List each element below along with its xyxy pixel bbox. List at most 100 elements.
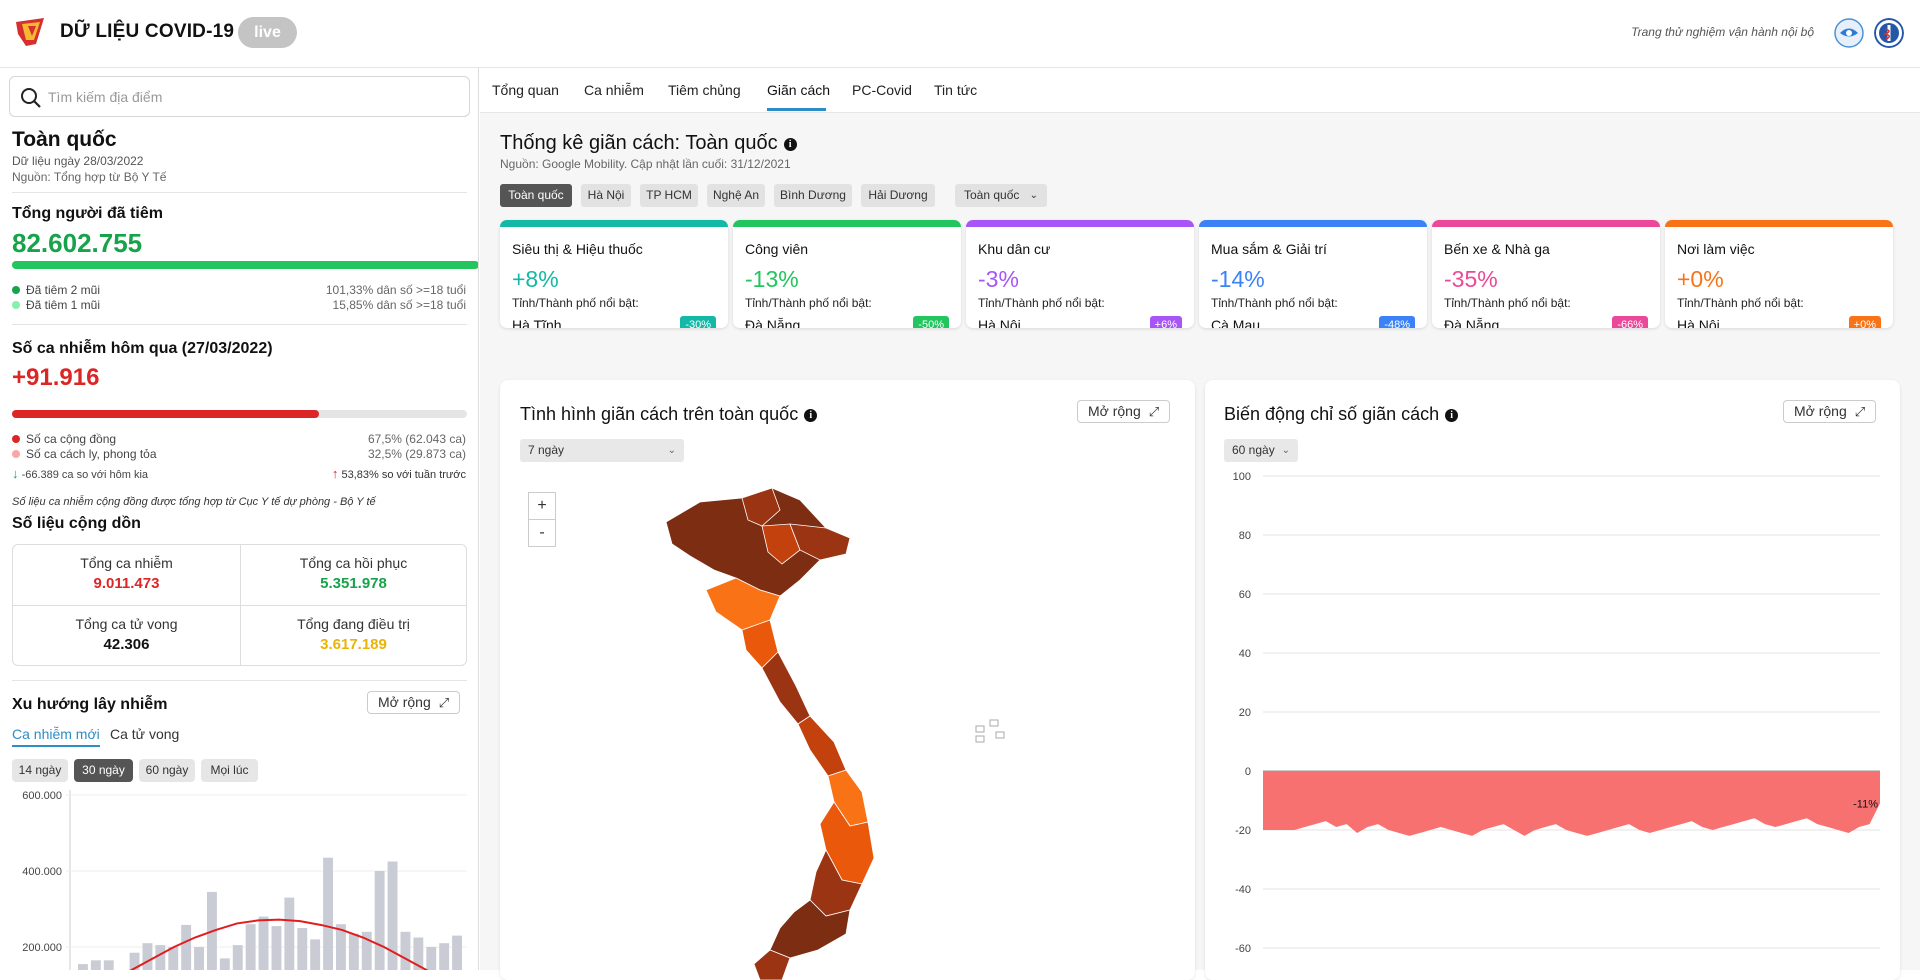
trend-bar [245, 924, 256, 970]
region-pill-hai-duong[interactable]: Hải Dương [861, 184, 935, 207]
divider [12, 680, 467, 681]
map-region-central[interactable] [797, 715, 847, 777]
index-expand-button[interactable]: Mở rộng ⤢ [1783, 400, 1877, 423]
cases-title: Số ca nhiễm hôm qua (27/03/2022) [12, 340, 273, 357]
community-label: Số ca cộng đồng [26, 432, 117, 446]
health-ministry-logo-icon[interactable] [1874, 18, 1904, 48]
zoom-out-button[interactable]: - [528, 519, 556, 547]
tab-new-cases[interactable]: Ca nhiễm mới [12, 726, 100, 747]
card-title: Mua sắm & Giải trí [1211, 241, 1327, 257]
range-30-days[interactable]: 30 ngày [74, 759, 133, 782]
region-pill-national[interactable]: Toàn quốc [500, 184, 572, 207]
card-title: Siêu thị & Hiệu thuốc [512, 241, 643, 257]
card-percent: +0% [1677, 266, 1724, 292]
vax-progress-fill [12, 261, 478, 269]
index-title-text: Biến động chỉ số giãn cách [1224, 404, 1440, 424]
index-panel-title: Biến động chỉ số giãn cách i [1224, 404, 1459, 425]
range-all-time[interactable]: Mọi lúc [201, 759, 258, 782]
y-tick-label: 0 [1245, 766, 1251, 778]
card-highlight-label: Tỉnh/Thành phố nổi bật: [1211, 296, 1338, 310]
tab-infections[interactable]: Ca nhiễm [584, 82, 644, 98]
tab-vaccination[interactable]: Tiêm chủng [668, 82, 741, 98]
region-pill-nghe-an[interactable]: Nghệ An [707, 184, 765, 207]
mobility-card[interactable]: Công viên -13% Tỉnh/Thành phố nổi bật: Đ… [733, 220, 961, 328]
expand-icon: ⤢ [438, 695, 450, 710]
region-pill-hanoi[interactable]: Hà Nội [581, 184, 631, 207]
quarantine-legend: Số ca cách ly, phong tỏa [12, 447, 157, 461]
region-dropdown[interactable]: Toàn quốc ⌄ [955, 184, 1047, 207]
tab-deaths[interactable]: Ca tử vong [110, 726, 179, 742]
trend-bar [426, 947, 437, 970]
trend-bar [297, 928, 308, 970]
card-highlight-badge: +0% [1848, 316, 1881, 328]
card-highlight-label: Tỉnh/Thành phố nổi bật: [1444, 296, 1571, 310]
region-dropdown-label: Toàn quốc [964, 188, 1020, 202]
trend-chart: 600.000 400.000 200.000 [22, 790, 467, 970]
y-tick-label: 200.000 [22, 942, 62, 954]
recovered-value: 5.351.978 [320, 575, 387, 592]
card-highlight-badge: -48% [1379, 316, 1415, 328]
source-note: Số liệu ca nhiễm cộng đồng được tổng hợp… [12, 496, 376, 508]
map-range-dropdown[interactable]: 7 ngày ⌄ [520, 439, 684, 462]
card-percent: -3% [978, 266, 1019, 292]
map-expand-button[interactable]: Mở rộng ⤢ [1077, 400, 1171, 423]
chevron-down-icon: ⌄ [1029, 190, 1038, 201]
tab-pc-covid[interactable]: PC-Covid [852, 82, 912, 98]
trend-bar [155, 945, 166, 970]
trend-bar [374, 871, 385, 970]
tab-overview[interactable]: Tổng quan [492, 82, 559, 98]
zoom-in-button[interactable]: + [528, 492, 556, 520]
index-range-dropdown[interactable]: 60 ngày ⌄ [1224, 439, 1298, 462]
card-accent [1665, 220, 1893, 227]
deaths-cell: Tổng ca tử vong 42.306 [13, 606, 240, 666]
card-percent: -35% [1444, 266, 1498, 292]
trend-bar [168, 947, 179, 970]
quarantine-value: 32,5% (29.873 ca) [367, 447, 466, 461]
info-icon[interactable]: i [1445, 409, 1459, 422]
range-60-days[interactable]: 60 ngày [139, 759, 195, 782]
card-percent: +8% [512, 266, 559, 292]
total-cases-value: 9.011.473 [93, 575, 160, 592]
mobility-card[interactable]: Mua sắm & Giải trí -14% Tỉnh/Thành phố n… [1199, 220, 1427, 328]
mobility-card[interactable]: Khu dân cư -3% Tỉnh/Thành phố nổi bật: H… [966, 220, 1194, 328]
arrow-down-icon: ↓ [12, 466, 19, 481]
y-tick-label: 80 [1239, 530, 1251, 542]
mobility-card[interactable]: Siêu thị & Hiệu thuốc +8% Tỉnh/Thành phố… [500, 220, 728, 328]
mobility-card[interactable]: Nơi làm việc +0% Tỉnh/Thành phố nổi bật:… [1665, 220, 1893, 328]
dose2-legend: Đã tiêm 2 mũi [12, 283, 100, 297]
card-accent [500, 220, 728, 227]
chevron-down-icon: ⌄ [667, 445, 676, 456]
expand-label: Mở rộng [378, 694, 431, 710]
map-title-text: Tình hình giãn cách trên toàn quốc [520, 404, 799, 424]
range-14-days[interactable]: 14 ngày [12, 759, 68, 782]
map-region-central-north[interactable] [761, 651, 811, 725]
region-pill-hcm[interactable]: TP HCM [640, 184, 698, 207]
total-cases-cell: Tổng ca nhiễm 9.011.473 [13, 545, 240, 605]
vietnam-map[interactable] [650, 480, 1050, 980]
trend-bar [181, 924, 192, 970]
region-pill-binh-duong[interactable]: Bình Dương [774, 184, 852, 207]
app-logo-icon[interactable] [14, 14, 50, 50]
y-tick-label: -60 [1235, 943, 1251, 955]
info-icon[interactable]: i [783, 138, 797, 151]
ministry-logo-icon[interactable] [1834, 18, 1864, 48]
trend-bar [400, 931, 411, 970]
card-highlight-label: Tỉnh/Thành phố nổi bật: [1677, 296, 1804, 310]
trend-bar [219, 958, 230, 970]
search-input[interactable] [48, 86, 448, 108]
y-tick-label: 400.000 [22, 866, 62, 878]
expand-icon: ⤢ [1148, 404, 1160, 419]
trend-bar [258, 916, 269, 970]
vax-total: 82.602.755 [12, 228, 143, 258]
trend-expand-button[interactable]: Mở rộng ⤢ [367, 691, 461, 714]
tab-news[interactable]: Tin tức [934, 82, 977, 98]
tab-distancing[interactable]: Giãn cách [767, 82, 830, 98]
expand-label: Mở rộng [1088, 403, 1141, 419]
distancing-area [1263, 771, 1880, 836]
data-source: Nguồn: Tổng hợp từ Bộ Y Tế [12, 170, 167, 184]
vs-lastweek: ↑ 53,83% so với tuần trước [332, 466, 466, 481]
card-highlight-badge: -30% [680, 316, 716, 328]
info-icon[interactable]: i [804, 409, 818, 422]
trend-bar [310, 939, 321, 970]
mobility-card[interactable]: Bến xe & Nhà ga -35% Tỉnh/Thành phố nổi … [1432, 220, 1660, 328]
